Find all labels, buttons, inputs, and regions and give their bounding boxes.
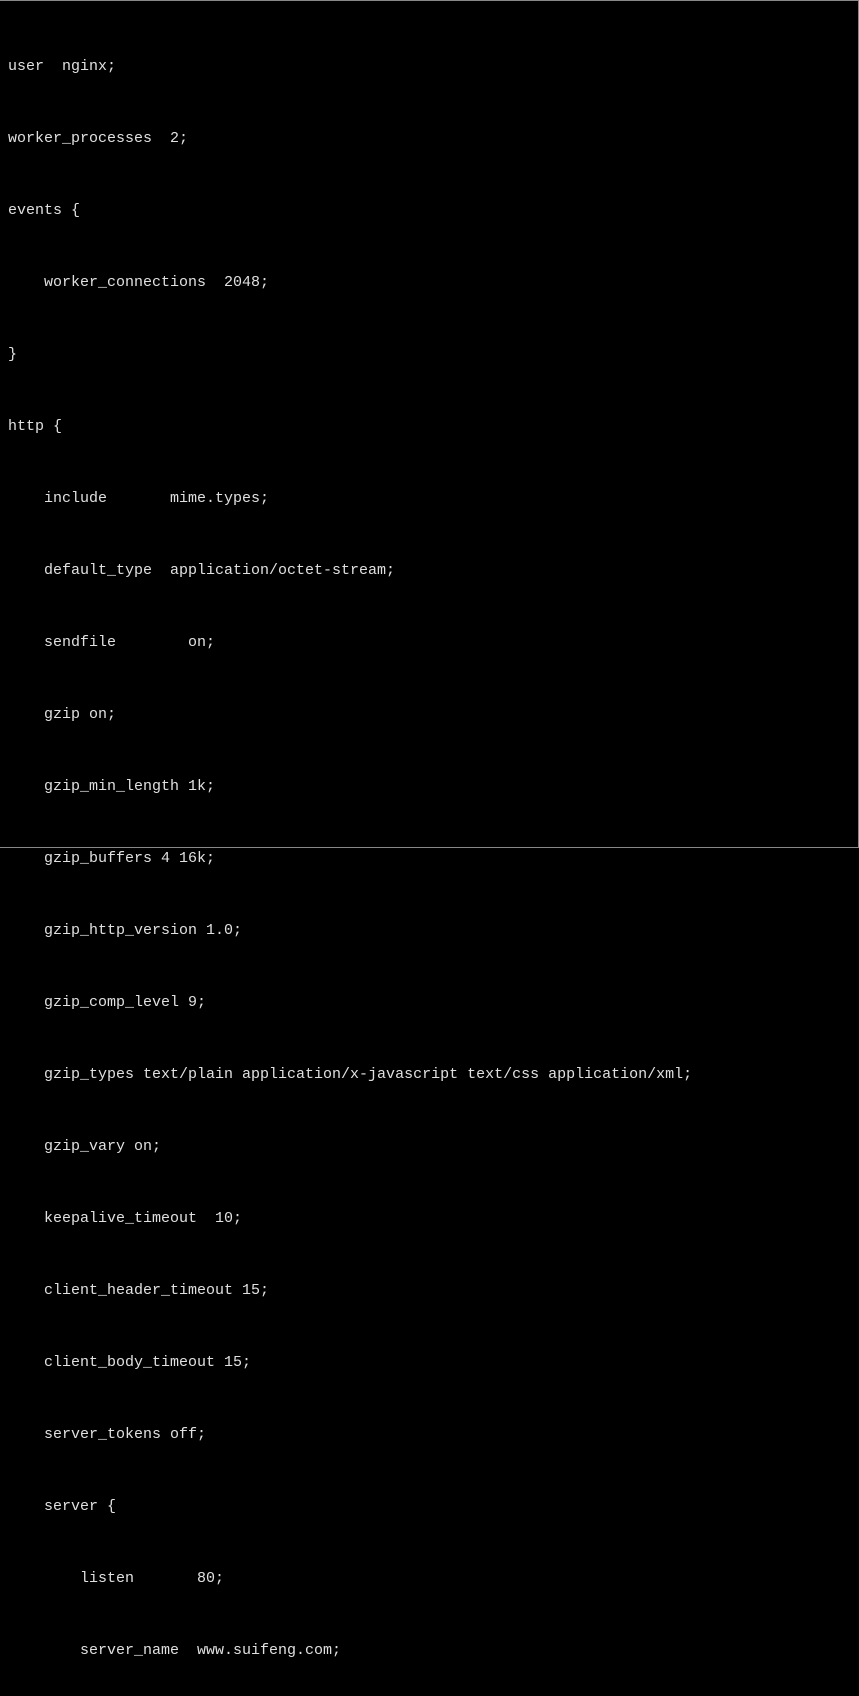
code-line: user nginx;	[8, 55, 850, 79]
code-line: worker_connections 2048;	[8, 271, 850, 295]
code-line: gzip_buffers 4 16k;	[8, 847, 850, 871]
code-line: keepalive_timeout 10;	[8, 1207, 850, 1231]
code-line: gzip_min_length 1k;	[8, 775, 850, 799]
code-line: gzip_http_version 1.0;	[8, 919, 850, 943]
code-line: default_type application/octet-stream;	[8, 559, 850, 583]
code-line: listen 80;	[8, 1567, 850, 1591]
code-line: gzip_comp_level 9;	[8, 991, 850, 1015]
code-block: user nginx; worker_processes 2; events {…	[0, 1, 858, 1696]
code-line: events {	[8, 199, 850, 223]
code-line: client_body_timeout 15;	[8, 1351, 850, 1375]
code-line: server_tokens off;	[8, 1423, 850, 1447]
code-line: server {	[8, 1495, 850, 1519]
code-line: gzip_vary on;	[8, 1135, 850, 1159]
code-line: gzip_types text/plain application/x-java…	[8, 1063, 850, 1087]
code-line: server_name www.suifeng.com;	[8, 1639, 850, 1663]
code-line: gzip on;	[8, 703, 850, 727]
code-line: worker_processes 2;	[8, 127, 850, 151]
code-line: }	[8, 343, 850, 367]
code-line: sendfile on;	[8, 631, 850, 655]
code-line: client_header_timeout 15;	[8, 1279, 850, 1303]
code-line: include mime.types;	[8, 487, 850, 511]
code-line: http {	[8, 415, 850, 439]
